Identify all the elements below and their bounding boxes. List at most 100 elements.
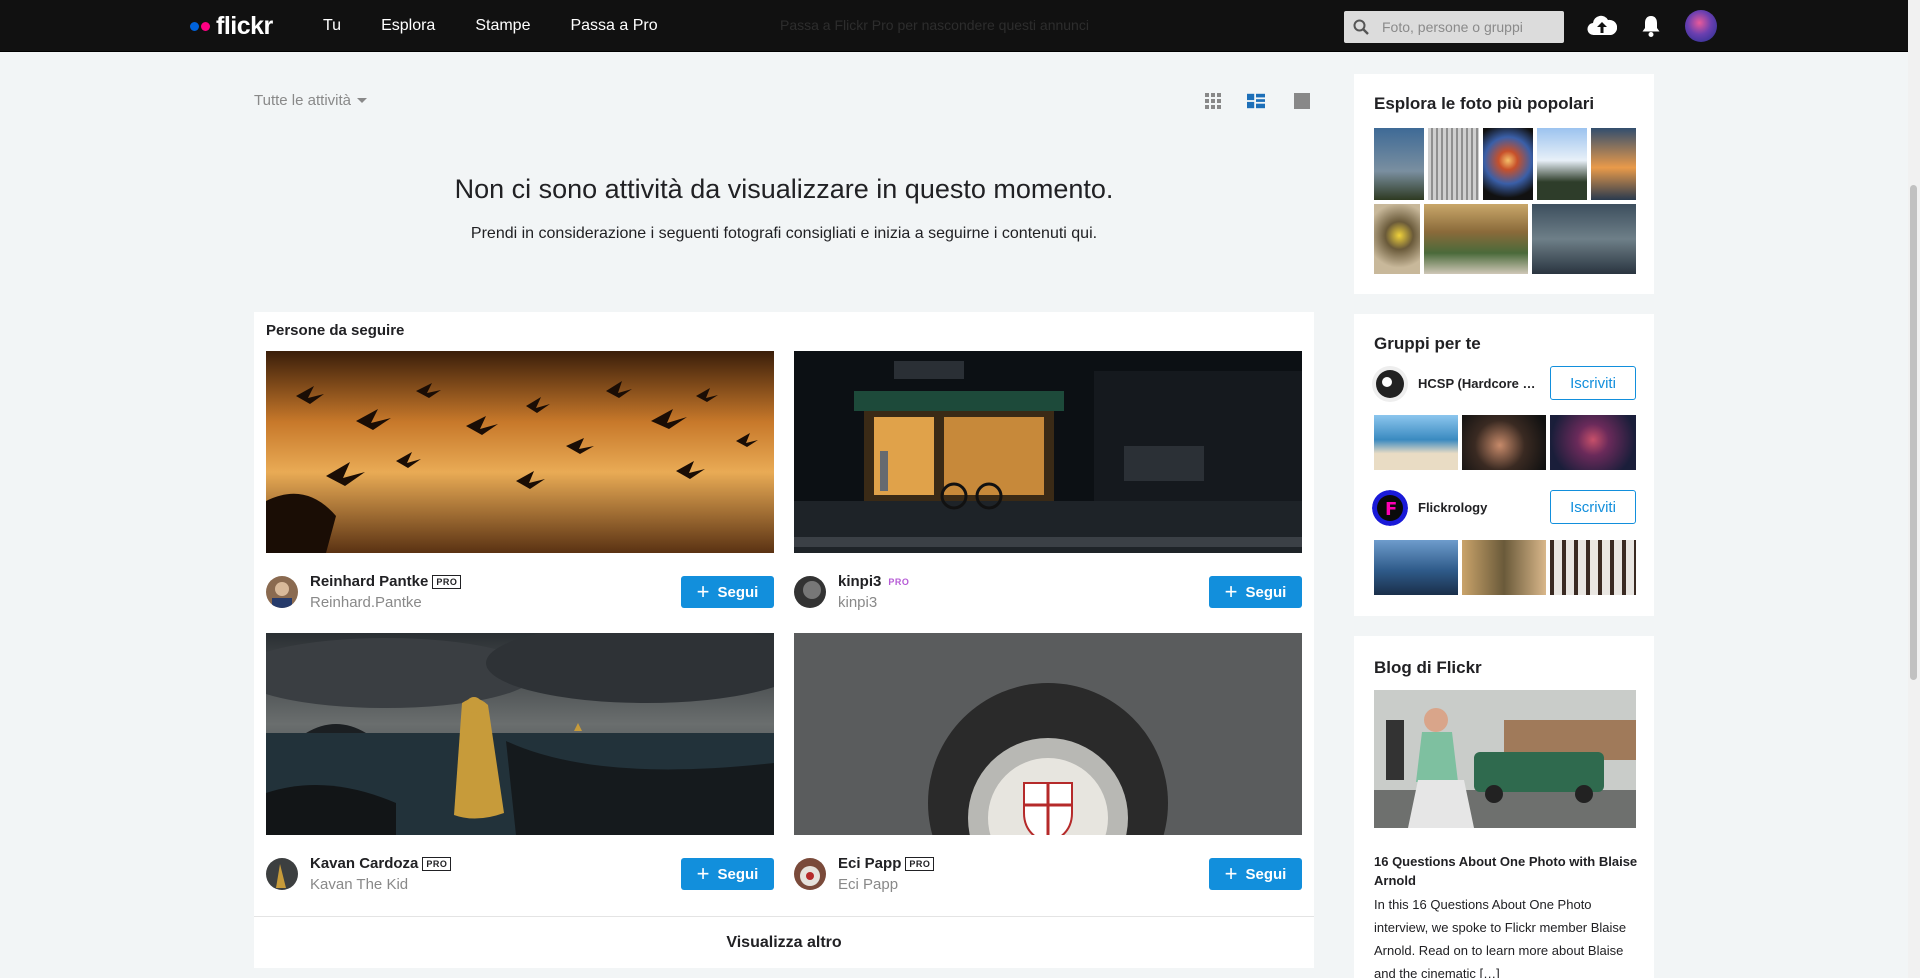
person-name-text: kinpi3 [838,573,882,590]
main-nav: Tu Esplora Stampe Passa a Pro [323,0,698,52]
person-name[interactable]: Kavan Cardoza PRO [310,855,452,872]
person-card: Kavan Cardoza PRO Kavan The Kid + Segui [266,633,774,905]
plus-icon: + [1224,579,1238,604]
plus-icon: + [696,861,710,886]
user-avatar[interactable] [1685,10,1717,42]
grid-view-icon[interactable] [1204,92,1222,110]
groups-panel: Gruppi per te HCSP (Hardcore Street Phot… [1354,314,1654,616]
group-avatar[interactable]: F [1372,490,1408,526]
person-username[interactable]: Reinhard.Pantke [310,594,422,611]
popular-photo-thumb[interactable] [1532,204,1636,274]
chevron-down-icon [357,98,367,103]
person-cover-photo[interactable] [266,351,774,553]
person-avatar[interactable] [266,858,298,890]
notifications-bell-icon[interactable] [1640,14,1662,38]
svg-text:F: F [1385,499,1397,520]
flickr-logo[interactable]: flickr [190,12,273,40]
person-name[interactable]: Eci Papp PRO [838,855,935,872]
empty-feed-title: Non ci sono attività da visualizzare in … [454,174,1114,204]
follow-button-label: Segui [717,583,759,601]
popular-photo-thumb[interactable] [1428,128,1479,200]
group-name[interactable]: Flickrology [1418,500,1538,515]
popular-photo-thumb[interactable] [1483,128,1533,200]
plus-icon: + [1224,861,1238,886]
person-card: kinpi3 PRO kinpi3 + Segui [794,351,1302,623]
search-icon [1353,19,1369,35]
person-cover-photo[interactable] [794,633,1302,835]
single-view-icon[interactable] [1293,92,1311,110]
nav-you[interactable]: Tu [323,17,341,35]
nav-prints[interactable]: Stampe [475,17,530,35]
person-avatar[interactable] [266,576,298,608]
blog-post-excerpt: In this 16 Questions About One Photo int… [1374,897,1627,978]
person-username[interactable]: Eci Papp [838,876,898,893]
follow-button[interactable]: + Segui [1209,858,1302,890]
blog-cover-photo[interactable] [1374,690,1636,828]
popular-photos-heading: Esplora le foto più popolari [1374,94,1595,113]
group-photo-thumb[interactable] [1550,540,1636,595]
pro-badge: PRO [888,576,910,587]
popular-photo-thumb[interactable] [1591,128,1636,200]
upload-cloud-icon[interactable] [1587,13,1617,37]
pro-badge: PRO [432,574,462,589]
follow-button[interactable]: + Segui [681,858,774,890]
compact-view-icon[interactable] [1247,92,1265,110]
group-photo-thumb[interactable] [1374,415,1458,470]
person-cover-photo[interactable] [266,633,774,835]
person-name[interactable]: kinpi3 PRO [838,573,912,590]
group-row: F Flickrology Iscriviti [1372,490,1636,526]
follow-button[interactable]: + Segui [1209,576,1302,608]
pro-badge: PRO [905,856,935,871]
plus-icon: + [696,579,710,604]
group-avatar[interactable] [1372,366,1408,402]
popular-photo-thumb[interactable] [1374,128,1424,200]
follow-button-label: Segui [1245,583,1287,601]
follow-button-label: Segui [1245,865,1287,883]
blog-post-title[interactable]: 16 Questions About One Photo with Blaise… [1374,852,1638,890]
person-cover-photo[interactable] [794,351,1302,553]
ad-notice[interactable]: Passa a Flickr Pro per nascondere questi… [780,17,1089,33]
join-group-button[interactable]: Iscriviti [1550,366,1636,400]
group-photo-thumb[interactable] [1550,415,1636,470]
group-photo-thumb[interactable] [1462,415,1546,470]
logo-blue-dot [190,21,199,31]
person-name[interactable]: Reinhard Pantke PRO [310,573,462,590]
follow-button-label: Segui [717,865,759,883]
person-name-text: Reinhard Pantke [310,573,429,590]
show-more-link[interactable]: Visualizza altro [254,916,1314,968]
join-group-button[interactable]: Iscriviti [1550,490,1636,524]
person-card: Reinhard Pantke PRO Reinhard.Pantke + Se… [266,351,774,623]
person-card: Eci Papp PRO Eci Papp + Segui [794,633,1302,905]
popular-photo-thumb[interactable] [1374,204,1420,274]
person-avatar[interactable] [794,858,826,890]
person-username[interactable]: kinpi3 [838,594,877,611]
follow-button[interactable]: + Segui [681,576,774,608]
person-name-text: Eci Papp [838,855,902,872]
activity-filter-label: Tutte le attività [254,92,351,109]
group-photo-thumb[interactable] [1462,540,1546,595]
blog-panel: Blog di Flickr 16 Questions About One Ph… [1354,636,1654,978]
nav-upgrade-pro[interactable]: Passa a Pro [570,17,657,35]
people-to-follow-heading: Persone da seguire [266,322,405,339]
page-scrollbar[interactable] [1908,0,1920,978]
top-navigation-bar: flickr Tu Esplora Stampe Passa a Pro Pas… [0,0,1908,52]
popular-photo-thumb[interactable] [1424,204,1528,274]
pro-badge: PRO [422,856,452,871]
groups-heading: Gruppi per te [1374,334,1481,353]
group-name[interactable]: HCSP (Hardcore Street Photography) [1418,376,1538,391]
activity-filter-dropdown[interactable]: Tutte le attività [254,92,367,109]
person-username[interactable]: Kavan The Kid [310,876,408,893]
logo-pink-dot [201,21,210,31]
empty-feed-subtitle: Prendi in considerazione i seguenti foto… [470,225,1098,242]
person-avatar[interactable] [794,576,826,608]
popular-photo-thumb[interactable] [1537,128,1587,200]
nav-explore[interactable]: Esplora [381,17,435,35]
search-input[interactable] [1382,11,1558,43]
people-to-follow-panel: Persone da seguire Reinhard Pantke PRO R… [254,312,1314,968]
search-box[interactable] [1344,11,1564,43]
scrollbar-thumb[interactable] [1910,185,1917,680]
group-row: HCSP (Hardcore Street Photography) Iscri… [1372,366,1636,402]
logo-wordmark: flickr [216,11,273,40]
group-photo-thumb[interactable] [1374,540,1458,595]
popular-photos-panel: Esplora le foto più popolari [1354,74,1654,294]
